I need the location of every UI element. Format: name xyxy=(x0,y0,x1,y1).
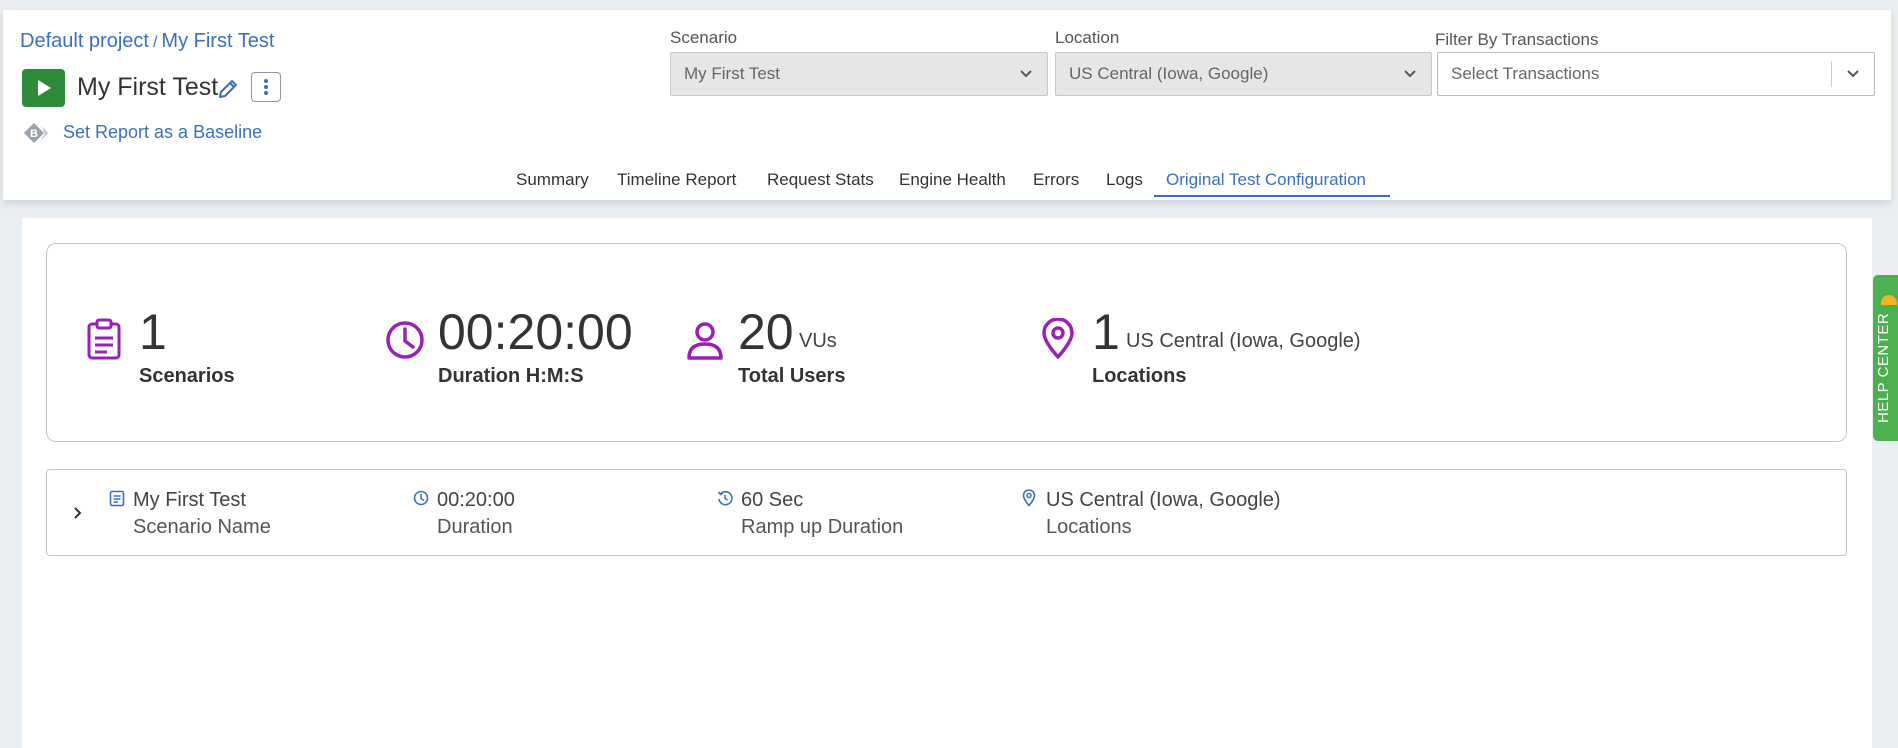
scenarios-count: 1 xyxy=(139,304,167,360)
test-title: My First Test xyxy=(77,73,219,101)
scenario-filter-label: Scenario xyxy=(670,28,738,47)
chevron-down-icon xyxy=(1847,70,1859,78)
transactions-filter-label: Filter By Transactions xyxy=(1435,30,1599,49)
chevron-right-icon[interactable] xyxy=(73,505,83,526)
clipboard-icon xyxy=(109,489,125,512)
run-test-button[interactable] xyxy=(22,69,65,107)
summary-card xyxy=(46,243,1847,442)
select-divider xyxy=(1831,61,1832,87)
users-count: 20 xyxy=(738,304,794,360)
scenario-select[interactable]: My First Test xyxy=(670,52,1048,96)
transactions-select-placeholder: Select Transactions xyxy=(1451,64,1600,83)
map-pin-icon xyxy=(1022,489,1036,512)
location-select-value: US Central (Iowa, Google) xyxy=(1069,64,1269,83)
report-tabs: Summary Timeline Report Request Stats En… xyxy=(0,160,1898,200)
breadcrumb-project-link[interactable]: Default project xyxy=(20,30,149,52)
transactions-select[interactable]: Select Transactions xyxy=(1437,52,1875,96)
pencil-icon[interactable] xyxy=(217,78,239,105)
clock-icon xyxy=(413,490,429,511)
users-label: Total Users xyxy=(738,365,846,387)
tab-logs[interactable]: Logs xyxy=(1106,170,1143,190)
set-baseline-link[interactable]: Set Report as a Baseline xyxy=(63,122,262,143)
scenario-duration-value: 00:20:00 xyxy=(437,489,515,511)
baseline-icon: B xyxy=(24,122,54,149)
map-pin-icon xyxy=(1041,317,1075,365)
breadcrumb-separator: / xyxy=(152,34,158,51)
play-icon xyxy=(37,80,51,96)
scenarios-label: Scenarios xyxy=(139,365,235,387)
more-options-button[interactable] xyxy=(251,72,281,102)
tab-errors[interactable]: Errors xyxy=(1033,170,1079,190)
ramp-up-icon xyxy=(717,490,733,511)
active-tab-indicator xyxy=(1154,195,1390,197)
ramp-up-value: 60 Sec xyxy=(741,489,804,511)
tab-timeline-report[interactable]: Timeline Report xyxy=(617,170,736,190)
scenario-duration-label: Duration xyxy=(437,516,513,538)
kebab-icon xyxy=(264,79,268,95)
tab-original-test-configuration[interactable]: Original Test Configuration xyxy=(1166,170,1366,190)
clipboard-icon xyxy=(86,318,122,365)
users-unit: VUs xyxy=(799,330,837,352)
locations-label: Locations xyxy=(1092,365,1187,387)
tab-request-stats[interactable]: Request Stats xyxy=(767,170,874,190)
svg-text:B: B xyxy=(30,128,38,140)
scenario-locations-value: US Central (Iowa, Google) xyxy=(1046,489,1281,511)
scenario-name-value: My First Test xyxy=(133,489,246,511)
locations-unit: US Central (Iowa, Google) xyxy=(1126,330,1361,352)
scenario-locations-label: Locations xyxy=(1046,516,1132,538)
locations-count: 1 xyxy=(1092,304,1120,360)
user-icon xyxy=(686,320,724,367)
breadcrumb: Default project / My First Test xyxy=(20,30,274,53)
location-filter-label: Location xyxy=(1055,28,1120,47)
duration-label: Duration H:M:S xyxy=(438,365,584,387)
breadcrumb-test-link[interactable]: My First Test xyxy=(161,30,274,52)
scenario-select-value: My First Test xyxy=(684,64,781,83)
clock-icon xyxy=(385,320,425,365)
duration-value: 00:20:00 xyxy=(438,304,633,360)
scenario-row xyxy=(46,469,1847,556)
ramp-up-label: Ramp up Duration xyxy=(741,516,904,538)
scenario-name-label: Scenario Name xyxy=(133,516,271,538)
help-center-label: HELP CENTER xyxy=(1875,312,1892,423)
chevron-down-icon xyxy=(1404,70,1416,78)
tab-summary[interactable]: Summary xyxy=(516,170,589,190)
location-select[interactable]: US Central (Iowa, Google) xyxy=(1055,52,1432,96)
chevron-down-icon xyxy=(1020,70,1032,78)
help-emoji-icon xyxy=(1881,295,1897,305)
tab-engine-health[interactable]: Engine Health xyxy=(899,170,1006,190)
help-center-tab[interactable]: HELP CENTER xyxy=(1873,275,1898,441)
